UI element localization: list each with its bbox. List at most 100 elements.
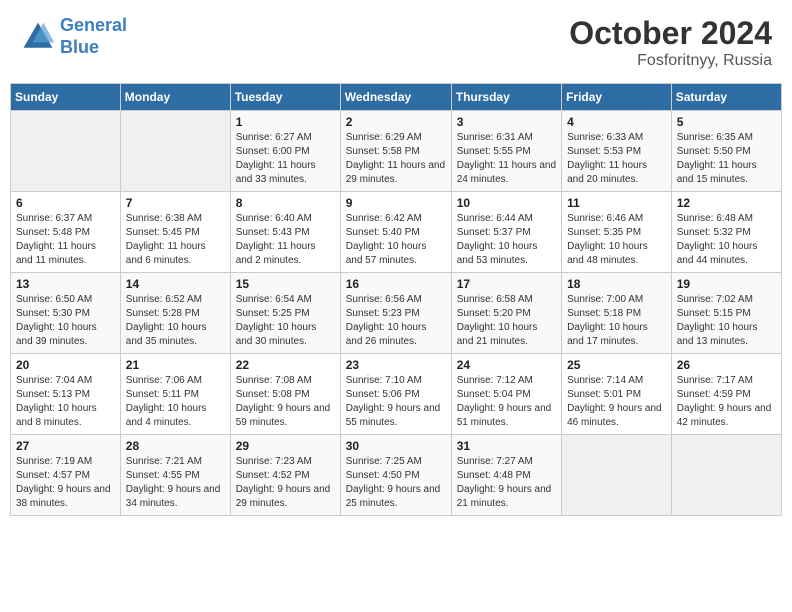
day-number: 31 <box>457 439 556 453</box>
day-info: Sunrise: 7:06 AM Sunset: 5:11 PM Dayligh… <box>126 374 225 430</box>
title-block: October 2024 Fosforitnyy, Russia <box>569 15 772 70</box>
calendar-cell <box>562 435 672 516</box>
daylight-text: Daylight: 9 hours and 55 minutes. <box>346 403 441 428</box>
daylight-text: Daylight: 9 hours and 34 minutes. <box>126 484 221 509</box>
calendar-cell: 4 Sunrise: 6:33 AM Sunset: 5:53 PM Dayli… <box>562 111 672 192</box>
calendar-cell: 10 Sunrise: 6:44 AM Sunset: 5:37 PM Dayl… <box>451 192 561 273</box>
day-number: 15 <box>236 277 335 291</box>
sunrise-text: Sunrise: 7:06 AM <box>126 375 202 386</box>
weekday-header: Tuesday <box>230 84 340 111</box>
sunset-text: Sunset: 5:01 PM <box>567 389 641 400</box>
calendar-header: SundayMondayTuesdayWednesdayThursdayFrid… <box>11 84 782 111</box>
calendar-cell: 19 Sunrise: 7:02 AM Sunset: 5:15 PM Dayl… <box>671 273 781 354</box>
sunrise-text: Sunrise: 7:10 AM <box>346 375 422 386</box>
sunrise-text: Sunrise: 7:02 AM <box>677 294 753 305</box>
daylight-text: Daylight: 10 hours and 4 minutes. <box>126 403 207 428</box>
sunrise-text: Sunrise: 6:27 AM <box>236 132 312 143</box>
daylight-text: Daylight: 10 hours and 30 minutes. <box>236 322 317 347</box>
day-info: Sunrise: 7:00 AM Sunset: 5:18 PM Dayligh… <box>567 293 666 349</box>
day-info: Sunrise: 6:56 AM Sunset: 5:23 PM Dayligh… <box>346 293 446 349</box>
weekday-header: Saturday <box>671 84 781 111</box>
calendar-week-row: 6 Sunrise: 6:37 AM Sunset: 5:48 PM Dayli… <box>11 192 782 273</box>
logo-line2: Blue <box>60 37 99 57</box>
day-info: Sunrise: 6:52 AM Sunset: 5:28 PM Dayligh… <box>126 293 225 349</box>
day-info: Sunrise: 7:10 AM Sunset: 5:06 PM Dayligh… <box>346 374 446 430</box>
weekday-row: SundayMondayTuesdayWednesdayThursdayFrid… <box>11 84 782 111</box>
sunrise-text: Sunrise: 7:23 AM <box>236 456 312 467</box>
sunset-text: Sunset: 6:00 PM <box>236 146 310 157</box>
day-number: 21 <box>126 358 225 372</box>
calendar-body: 1 Sunrise: 6:27 AM Sunset: 6:00 PM Dayli… <box>11 111 782 516</box>
sunrise-text: Sunrise: 6:52 AM <box>126 294 202 305</box>
sunrise-text: Sunrise: 6:54 AM <box>236 294 312 305</box>
calendar-cell: 5 Sunrise: 6:35 AM Sunset: 5:50 PM Dayli… <box>671 111 781 192</box>
calendar-cell: 18 Sunrise: 7:00 AM Sunset: 5:18 PM Dayl… <box>562 273 672 354</box>
day-info: Sunrise: 7:02 AM Sunset: 5:15 PM Dayligh… <box>677 293 776 349</box>
daylight-text: Daylight: 9 hours and 46 minutes. <box>567 403 662 428</box>
day-number: 26 <box>677 358 776 372</box>
weekday-header: Thursday <box>451 84 561 111</box>
calendar-cell: 3 Sunrise: 6:31 AM Sunset: 5:55 PM Dayli… <box>451 111 561 192</box>
daylight-text: Daylight: 11 hours and 2 minutes. <box>236 241 316 266</box>
day-info: Sunrise: 7:25 AM Sunset: 4:50 PM Dayligh… <box>346 455 446 511</box>
daylight-text: Daylight: 11 hours and 33 minutes. <box>236 160 316 185</box>
day-info: Sunrise: 6:42 AM Sunset: 5:40 PM Dayligh… <box>346 212 446 268</box>
sunset-text: Sunset: 5:40 PM <box>346 227 420 238</box>
day-info: Sunrise: 6:46 AM Sunset: 5:35 PM Dayligh… <box>567 212 666 268</box>
day-number: 16 <box>346 277 446 291</box>
sunrise-text: Sunrise: 6:48 AM <box>677 213 753 224</box>
day-number: 2 <box>346 115 446 129</box>
day-info: Sunrise: 7:08 AM Sunset: 5:08 PM Dayligh… <box>236 374 335 430</box>
calendar-cell: 27 Sunrise: 7:19 AM Sunset: 4:57 PM Dayl… <box>11 435 121 516</box>
calendar-cell: 26 Sunrise: 7:17 AM Sunset: 4:59 PM Dayl… <box>671 354 781 435</box>
sunset-text: Sunset: 5:37 PM <box>457 227 531 238</box>
day-info: Sunrise: 6:50 AM Sunset: 5:30 PM Dayligh… <box>16 293 115 349</box>
sunrise-text: Sunrise: 7:27 AM <box>457 456 533 467</box>
sunset-text: Sunset: 5:06 PM <box>346 389 420 400</box>
sunset-text: Sunset: 5:53 PM <box>567 146 641 157</box>
calendar-cell: 9 Sunrise: 6:42 AM Sunset: 5:40 PM Dayli… <box>340 192 451 273</box>
sunset-text: Sunset: 4:57 PM <box>16 470 90 481</box>
sunset-text: Sunset: 5:15 PM <box>677 308 751 319</box>
day-number: 14 <box>126 277 225 291</box>
daylight-text: Daylight: 10 hours and 39 minutes. <box>16 322 97 347</box>
day-info: Sunrise: 6:35 AM Sunset: 5:50 PM Dayligh… <box>677 131 776 187</box>
day-info: Sunrise: 7:23 AM Sunset: 4:52 PM Dayligh… <box>236 455 335 511</box>
sunset-text: Sunset: 5:58 PM <box>346 146 420 157</box>
day-info: Sunrise: 7:19 AM Sunset: 4:57 PM Dayligh… <box>16 455 115 511</box>
calendar-cell: 28 Sunrise: 7:21 AM Sunset: 4:55 PM Dayl… <box>120 435 230 516</box>
sunset-text: Sunset: 5:25 PM <box>236 308 310 319</box>
calendar-cell: 29 Sunrise: 7:23 AM Sunset: 4:52 PM Dayl… <box>230 435 340 516</box>
daylight-text: Daylight: 11 hours and 29 minutes. <box>346 160 445 185</box>
day-info: Sunrise: 7:12 AM Sunset: 5:04 PM Dayligh… <box>457 374 556 430</box>
calendar-cell: 13 Sunrise: 6:50 AM Sunset: 5:30 PM Dayl… <box>11 273 121 354</box>
calendar-cell: 14 Sunrise: 6:52 AM Sunset: 5:28 PM Dayl… <box>120 273 230 354</box>
calendar-cell: 12 Sunrise: 6:48 AM Sunset: 5:32 PM Dayl… <box>671 192 781 273</box>
sunset-text: Sunset: 5:13 PM <box>16 389 90 400</box>
day-info: Sunrise: 6:44 AM Sunset: 5:37 PM Dayligh… <box>457 212 556 268</box>
day-info: Sunrise: 6:48 AM Sunset: 5:32 PM Dayligh… <box>677 212 776 268</box>
day-number: 25 <box>567 358 666 372</box>
sunrise-text: Sunrise: 6:44 AM <box>457 213 533 224</box>
day-number: 30 <box>346 439 446 453</box>
calendar-cell: 16 Sunrise: 6:56 AM Sunset: 5:23 PM Dayl… <box>340 273 451 354</box>
day-info: Sunrise: 6:54 AM Sunset: 5:25 PM Dayligh… <box>236 293 335 349</box>
calendar-cell: 24 Sunrise: 7:12 AM Sunset: 5:04 PM Dayl… <box>451 354 561 435</box>
daylight-text: Daylight: 11 hours and 11 minutes. <box>16 241 96 266</box>
calendar-cell <box>120 111 230 192</box>
day-number: 13 <box>16 277 115 291</box>
sunrise-text: Sunrise: 7:12 AM <box>457 375 533 386</box>
day-info: Sunrise: 6:38 AM Sunset: 5:45 PM Dayligh… <box>126 212 225 268</box>
sunset-text: Sunset: 5:11 PM <box>126 389 199 400</box>
calendar-cell: 2 Sunrise: 6:29 AM Sunset: 5:58 PM Dayli… <box>340 111 451 192</box>
sunset-text: Sunset: 5:35 PM <box>567 227 641 238</box>
day-info: Sunrise: 7:21 AM Sunset: 4:55 PM Dayligh… <box>126 455 225 511</box>
daylight-text: Daylight: 10 hours and 35 minutes. <box>126 322 207 347</box>
day-number: 7 <box>126 196 225 210</box>
calendar-cell: 6 Sunrise: 6:37 AM Sunset: 5:48 PM Dayli… <box>11 192 121 273</box>
sunset-text: Sunset: 4:48 PM <box>457 470 531 481</box>
day-number: 4 <box>567 115 666 129</box>
calendar-cell: 15 Sunrise: 6:54 AM Sunset: 5:25 PM Dayl… <box>230 273 340 354</box>
sunset-text: Sunset: 4:52 PM <box>236 470 310 481</box>
month-title: October 2024 <box>569 15 772 52</box>
